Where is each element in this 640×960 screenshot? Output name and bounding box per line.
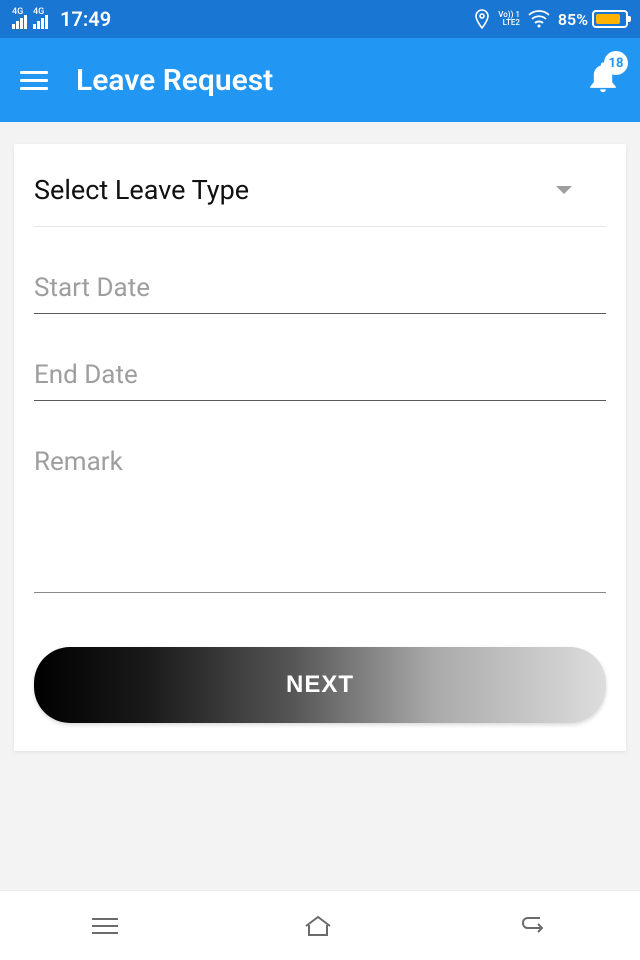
leave-request-form: Select Leave Type NEXT [14,144,626,751]
recents-icon[interactable] [92,918,118,934]
signal-icon-1: 4G [12,9,27,29]
end-date-input[interactable] [34,356,606,401]
status-right: Vo)) 1 LTE2 85% [474,9,628,29]
location-icon [474,9,490,29]
status-left: 4G 4G 17:49 [12,7,111,31]
battery-indicator: 85% [558,10,628,29]
battery-icon [592,10,628,28]
status-bar: 4G 4G 17:49 Vo)) 1 LTE2 85% [0,0,640,38]
next-button[interactable]: NEXT [34,647,606,723]
home-icon[interactable] [303,914,333,938]
volte-icon: Vo)) 1 LTE2 [498,11,520,27]
back-icon[interactable] [518,914,548,938]
wifi-icon [528,10,550,28]
remark-input[interactable] [34,443,606,593]
leave-type-dropdown[interactable]: Select Leave Type [34,174,606,227]
notifications-button[interactable]: 18 [586,59,620,101]
menu-icon[interactable] [20,71,48,90]
chevron-down-icon [556,186,572,194]
leave-type-label: Select Leave Type [34,174,249,206]
system-nav-bar [0,890,640,960]
page-title: Leave Request [76,63,558,98]
notification-badge: 18 [604,51,628,75]
app-bar: Leave Request 18 [0,38,640,122]
start-date-input[interactable] [34,269,606,314]
clock: 17:49 [60,7,111,31]
signal-icon-2: 4G [33,9,48,29]
